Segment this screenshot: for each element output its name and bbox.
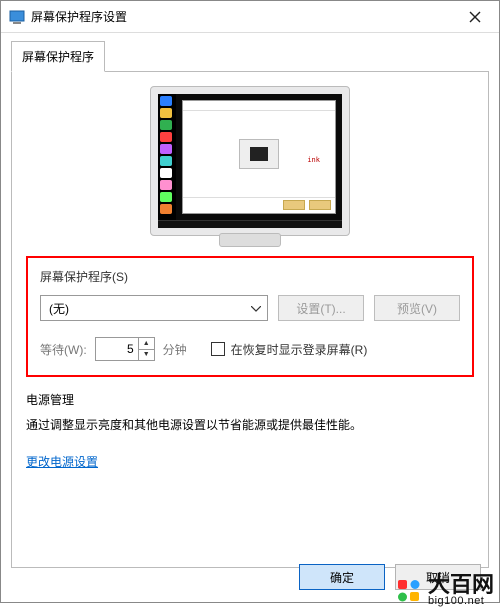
watermark-main: 大百网 [428, 574, 494, 596]
change-power-link[interactable]: 更改电源设置 [26, 455, 98, 469]
wait-input[interactable] [96, 338, 138, 360]
screensaver-combo[interactable]: (无) [40, 295, 268, 321]
preview-desktop-icons [158, 94, 176, 228]
watermark-logo-icon [396, 578, 422, 604]
client-area: 屏幕保护程序 ink [1, 33, 499, 576]
chevron-down-icon [251, 301, 261, 315]
tab-screensaver[interactable]: 屏幕保护程序 [11, 41, 105, 72]
screensaver-combo-value: (无) [49, 300, 69, 317]
power-section: 电源管理 通过调整显示亮度和其他电源设置以节省能源或提供最佳性能。 更改电源设置 [26, 391, 474, 470]
close-icon [469, 11, 481, 23]
window-title: 屏幕保护程序设置 [31, 8, 127, 25]
spinner-down[interactable]: ▼ [139, 350, 154, 361]
screensaver-group-label: 屏幕保护程序(S) [40, 268, 460, 285]
tab-page: ink 屏幕保护程序(S) (无) 设置(T)... 预览(V) [11, 72, 489, 568]
preview-area: ink [26, 86, 474, 236]
checkbox-box [211, 342, 225, 356]
window-icon [9, 9, 25, 25]
wait-label: 等待(W): [40, 341, 87, 358]
resume-login-label: 在恢复时显示登录屏幕(R) [231, 341, 368, 358]
screensaver-group: 屏幕保护程序(S) (无) 设置(T)... 预览(V) 等待(W): [26, 256, 474, 377]
wait-unit: 分钟 [163, 341, 187, 358]
watermark: 大百网 big100.net [396, 574, 494, 607]
tabstrip: 屏幕保护程序 [11, 41, 489, 72]
close-button[interactable] [455, 2, 495, 32]
spinner-up[interactable]: ▲ [139, 338, 154, 350]
resume-login-checkbox[interactable]: 在恢复时显示登录屏幕(R) [211, 341, 368, 358]
preview-brand-text: ink [307, 156, 320, 164]
titlebar: 屏幕保护程序设置 [1, 1, 499, 33]
wait-spinner[interactable]: ▲ ▼ [95, 337, 155, 361]
watermark-sub: big100.net [428, 596, 494, 607]
preview-button[interactable]: 预览(V) [374, 295, 460, 321]
power-label: 电源管理 [26, 391, 474, 408]
ok-button[interactable]: 确定 [299, 564, 385, 590]
power-desc: 通过调整显示亮度和其他电源设置以节省能源或提供最佳性能。 [26, 416, 474, 433]
screensaver-settings-window: 屏幕保护程序设置 屏幕保护程序 [0, 0, 500, 603]
settings-button[interactable]: 设置(T)... [278, 295, 364, 321]
monitor-preview: ink [150, 86, 350, 236]
